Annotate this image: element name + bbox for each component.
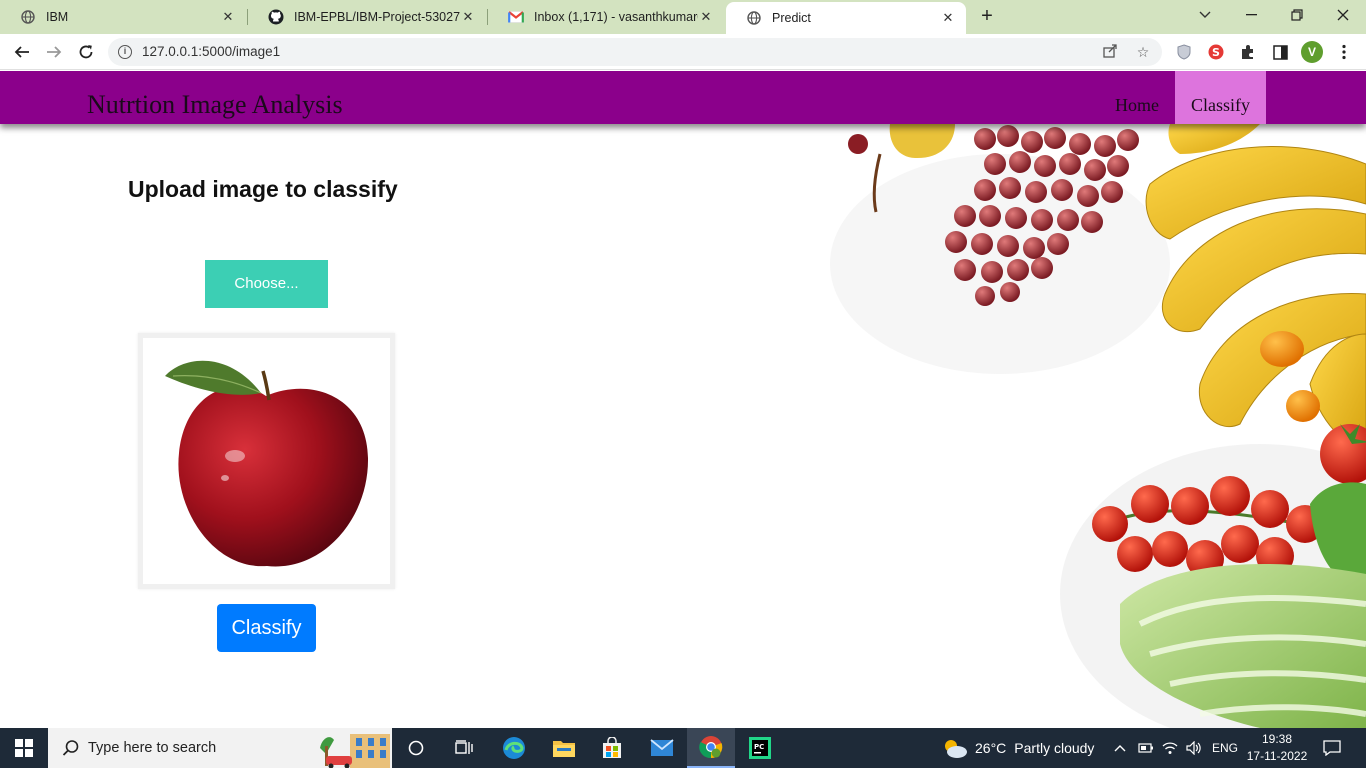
start-button[interactable] <box>0 728 48 768</box>
gmail-icon <box>508 9 524 25</box>
edge-icon <box>503 737 525 759</box>
page-title: Upload image to classify <box>128 176 398 202</box>
nav-home[interactable]: Home <box>1099 71 1175 124</box>
site-navbar: Nutrtion Image Analysis Home Classify <box>0 71 1366 124</box>
pycharm-icon: PC <box>749 737 771 759</box>
address-bar[interactable]: i 127.0.0.1:5000/image1 ☆ <box>108 38 1162 66</box>
tab-label: IBM <box>46 10 69 24</box>
site-info-icon[interactable]: i <box>118 45 132 59</box>
task-view-icon <box>455 740 473 754</box>
file-explorer-button[interactable] <box>540 728 588 768</box>
chrome-icon <box>699 736 723 759</box>
clock-time: 19:38 <box>1261 732 1293 746</box>
pycharm-button[interactable]: PC <box>736 728 784 768</box>
cortana-circle-icon <box>408 740 424 756</box>
apple-image <box>165 360 369 567</box>
windows-logo-icon <box>15 739 33 757</box>
produce-background-image <box>830 124 1366 728</box>
partly-cloudy-icon <box>945 740 967 758</box>
share-icon[interactable] <box>1101 43 1119 61</box>
page-viewport: Nutrtion Image Analysis Home Classify Up… <box>0 71 1366 728</box>
extensions-puzzle-icon[interactable] <box>1239 43 1257 61</box>
mail-button[interactable] <box>638 728 686 768</box>
search-highlight-illustration <box>320 734 390 768</box>
weather-desc: Partly cloudy <box>1014 740 1095 756</box>
restore-button[interactable] <box>1274 0 1320 30</box>
mail-icon <box>650 739 674 756</box>
clock-date: 17-11-2022 <box>1246 749 1308 763</box>
svg-text:S: S <box>1212 46 1220 59</box>
url-text[interactable]: 127.0.0.1:5000/image1 <box>142 44 280 59</box>
store-icon <box>603 737 621 758</box>
tray-volume[interactable] <box>1186 728 1202 768</box>
bookmark-star-icon[interactable]: ☆ <box>1134 43 1152 61</box>
globe-icon <box>746 10 762 26</box>
bananas <box>1145 124 1366 455</box>
notification-icon <box>1323 740 1341 756</box>
tab-gmail[interactable]: Inbox (1,171) - vasanthkumar081 ✕ <box>488 0 724 34</box>
shield-extension-icon[interactable] <box>1175 43 1193 61</box>
site-brand[interactable]: Nutrtion Image Analysis <box>87 90 343 120</box>
s-extension-icon[interactable]: S <box>1207 43 1225 61</box>
close-icon[interactable]: ✕ <box>698 9 714 25</box>
folder-icon <box>553 741 575 757</box>
new-tab-button[interactable]: + <box>976 5 998 27</box>
back-button[interactable] <box>9 39 35 65</box>
chrome-button[interactable] <box>687 728 735 768</box>
menu-kebab-icon[interactable] <box>1335 43 1353 61</box>
notifications-button[interactable] <box>1323 728 1341 768</box>
browser-toolbar: i 127.0.0.1:5000/image1 ☆ S <box>0 34 1366 70</box>
choose-file-button[interactable]: Choose... <box>205 260 328 308</box>
profile-avatar[interactable]: V <box>1301 41 1323 63</box>
chevron-up-icon <box>1114 745 1126 752</box>
tray-battery[interactable] <box>1138 728 1154 768</box>
battery-icon <box>1138 743 1153 753</box>
classify-button[interactable]: Classify <box>217 604 316 652</box>
tray-network[interactable] <box>1162 728 1178 768</box>
search-icon <box>62 740 79 756</box>
minimize-button[interactable] <box>1228 0 1274 30</box>
tab-ibm[interactable]: IBM ✕ <box>0 0 246 34</box>
globe-icon <box>20 9 36 25</box>
tab-label: IBM-EPBL/IBM-Project-53027-16 <box>294 10 460 24</box>
wifi-icon <box>1162 742 1178 754</box>
show-hidden-icons-button[interactable] <box>1114 728 1126 768</box>
side-panel-icon[interactable] <box>1271 43 1289 61</box>
clock[interactable]: 19:38 17-11-2022 <box>1246 731 1308 765</box>
forward-button[interactable] <box>41 39 67 65</box>
tab-github[interactable]: IBM-EPBL/IBM-Project-53027-16 ✕ <box>248 0 486 34</box>
language-indicator[interactable]: ENG <box>1212 728 1238 768</box>
nav-classify[interactable]: Classify <box>1175 71 1266 124</box>
svg-text:PC: PC <box>754 743 764 751</box>
windows-taskbar: Type here to search PC 26°C Partly cloud… <box>0 728 1366 768</box>
close-window-button[interactable] <box>1320 0 1366 30</box>
close-icon[interactable]: ✕ <box>940 10 956 26</box>
tab-strip: IBM ✕ IBM-EPBL/IBM-Project-53027-16 ✕ In… <box>0 0 1366 34</box>
tab-search-chevron-icon[interactable] <box>1182 0 1228 30</box>
taskbar-search[interactable]: Type here to search <box>48 728 392 768</box>
weather-temp: 26°C <box>975 740 1007 756</box>
store-button[interactable] <box>588 728 636 768</box>
image-preview <box>138 333 395 589</box>
close-icon[interactable]: ✕ <box>220 9 236 25</box>
github-icon <box>268 9 284 25</box>
weather-widget[interactable]: 26°C Partly cloudy <box>942 728 1094 768</box>
tab-label: Inbox (1,171) - vasanthkumar081 <box>534 10 698 24</box>
task-view-button[interactable] <box>392 728 440 768</box>
tab-predict[interactable]: Predict ✕ <box>726 2 966 34</box>
tab-label: Predict <box>772 11 811 25</box>
close-icon[interactable]: ✕ <box>460 9 476 25</box>
volume-icon <box>1186 741 1201 755</box>
search-placeholder: Type here to search <box>88 740 217 756</box>
task-view-icon-button[interactable] <box>440 728 488 768</box>
reload-button[interactable] <box>73 39 99 65</box>
edge-button[interactable] <box>490 728 538 768</box>
